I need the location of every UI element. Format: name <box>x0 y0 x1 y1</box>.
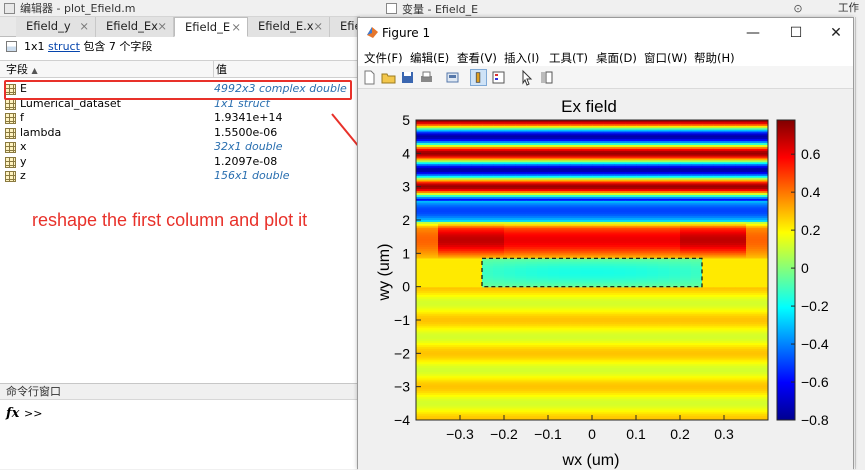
editor-title: 编辑器 - plot_Efield.m <box>20 2 135 15</box>
new-icon[interactable] <box>361 69 378 86</box>
struct-summary: 1x1 struct 包含 7 个字段 <box>0 37 360 57</box>
menu-desktop[interactable]: 桌面(D) <box>596 50 637 66</box>
table-header: 字段 ▲ 值 <box>0 60 360 78</box>
variable-editor-title-bar: 变量 - Efield_E ⊙ <box>360 0 865 17</box>
menu-window[interactable]: 窗口(W) <box>644 50 687 66</box>
field-column-header[interactable]: 字段 ▲ <box>6 61 38 79</box>
workspace-label: 工作区 <box>838 2 859 17</box>
field-name: y <box>20 155 27 169</box>
menu-file[interactable]: 文件(F) <box>364 50 403 66</box>
legend-icon[interactable] <box>490 69 507 86</box>
menu-insert[interactable]: 插入(I) <box>504 50 539 66</box>
field-value: 156x1 double <box>214 169 290 183</box>
field-grid-icon <box>5 157 16 168</box>
field-grid-icon <box>5 113 16 124</box>
table-row[interactable]: lambda 1.5500e-06 <box>0 126 360 141</box>
tab-efield-ex[interactable]: Efield_Ex× <box>96 17 174 37</box>
right-panel-edge <box>855 17 865 469</box>
field-grid-icon <box>5 142 16 153</box>
pointer-icon[interactable] <box>518 69 535 86</box>
figure-toolbar <box>358 66 853 89</box>
value-column-header[interactable]: 值 <box>213 61 227 78</box>
menu-tools[interactable]: 工具(T) <box>549 50 588 66</box>
field-header-label: 字段 <box>6 63 28 76</box>
variable-editor-icon <box>386 3 397 14</box>
menu-edit[interactable]: 编辑(E) <box>410 50 449 66</box>
tab-label: Efield_E.x <box>258 19 314 33</box>
tab-efie[interactable]: Efie <box>330 17 360 37</box>
struct-grid-icon <box>6 41 17 52</box>
gear-icon[interactable]: ⊙ <box>788 0 808 17</box>
fx-icon[interactable]: fx <box>6 406 19 421</box>
matlab-logo-icon <box>366 26 379 39</box>
tab-efield-e-x[interactable]: Efield_E.x× <box>248 17 330 37</box>
variable-editor-title: 变量 - Efield_E <box>402 1 478 17</box>
tab-label: Efield_E <box>185 20 230 34</box>
field-name: z <box>20 169 26 183</box>
editor-tab-strip: Efield_y× Efield_Ex× Efield_E× Efield_E.… <box>0 17 360 37</box>
sort-up-icon: ▲ <box>32 66 38 75</box>
heatmap-chart: Ex field −0.3−0.2−0.100.10.20.3 −4−3−2−1… <box>358 90 853 470</box>
table-row[interactable]: z 156x1 double <box>0 169 360 184</box>
command-window[interactable]: fx >> <box>0 400 360 469</box>
link-icon[interactable] <box>444 69 461 86</box>
figure-window: Figure 1 — ☐ ✕ 文件(F) 编辑(E) 查看(V) 插入(I) 工… <box>357 17 854 469</box>
field-name: lambda <box>20 126 61 140</box>
field-name: f <box>20 111 24 125</box>
field-grid-icon <box>5 99 16 110</box>
tab-efield-e[interactable]: Efield_E× <box>174 17 248 37</box>
struct-suffix: 包含 7 个字段 <box>83 40 152 53</box>
field-grid-icon <box>5 128 16 139</box>
menu-help[interactable]: 帮助(H) <box>694 50 735 66</box>
struct-size: 1x1 <box>24 40 45 53</box>
figure-title-bar: Figure 1 — ☐ ✕ <box>358 18 853 48</box>
figure-canvas: Ex field −0.3−0.2−0.100.10.20.3 −4−3−2−1… <box>358 90 853 470</box>
tab-efield-y[interactable]: Efield_y × <box>16 17 96 37</box>
command-window-title: 命令行窗口 <box>0 383 360 400</box>
field-value: 1.9341e+14 <box>214 111 282 125</box>
maximize-button[interactable]: ☐ <box>776 18 816 48</box>
field-value: 1.5500e-06 <box>214 126 277 140</box>
menu-view[interactable]: 查看(V) <box>457 50 497 66</box>
close-icon[interactable]: × <box>231 18 241 37</box>
figure-menu-bar: 文件(F) 编辑(E) 查看(V) 插入(I) 工具(T) 桌面(D) 窗口(W… <box>358 48 853 66</box>
colorbar-icon[interactable] <box>470 69 487 86</box>
open-icon[interactable] <box>380 69 397 86</box>
field-grid-icon <box>5 171 16 182</box>
close-icon[interactable]: × <box>79 17 89 36</box>
editor-title-bar: 编辑器 - plot_Efield.m <box>0 0 360 17</box>
heatmap-image <box>416 120 768 420</box>
struct-link[interactable]: struct <box>48 40 80 53</box>
table-row[interactable]: x 32x1 double <box>0 140 360 155</box>
chart-title: Ex field <box>561 97 617 116</box>
value-header-label: 值 <box>216 63 227 76</box>
save-icon[interactable] <box>399 69 416 86</box>
close-icon[interactable]: × <box>157 17 167 36</box>
highlight-box <box>4 80 352 100</box>
editor-app-icon <box>4 3 15 14</box>
field-value: 32x1 double <box>214 140 283 154</box>
property-icon[interactable] <box>538 69 555 86</box>
table-row[interactable]: f 1.9341e+14 <box>0 111 360 126</box>
table-row[interactable]: y 1.2097e-08 <box>0 155 360 170</box>
command-prompt: >> <box>24 407 42 420</box>
close-button[interactable]: ✕ <box>816 18 856 48</box>
minimize-button[interactable]: — <box>733 18 773 48</box>
print-icon[interactable] <box>418 69 435 86</box>
field-name: x <box>20 140 27 154</box>
tab-label: Efield_Ex <box>106 19 158 33</box>
tab-label: Efield_y <box>26 19 71 33</box>
field-value: 1.2097e-08 <box>214 155 277 169</box>
close-icon[interactable]: × <box>313 17 323 36</box>
workspace-tab[interactable]: 工作区 <box>838 0 865 17</box>
figure-title: Figure 1 <box>382 18 430 48</box>
annotation-text: reshape the first column and plot it <box>32 210 307 231</box>
